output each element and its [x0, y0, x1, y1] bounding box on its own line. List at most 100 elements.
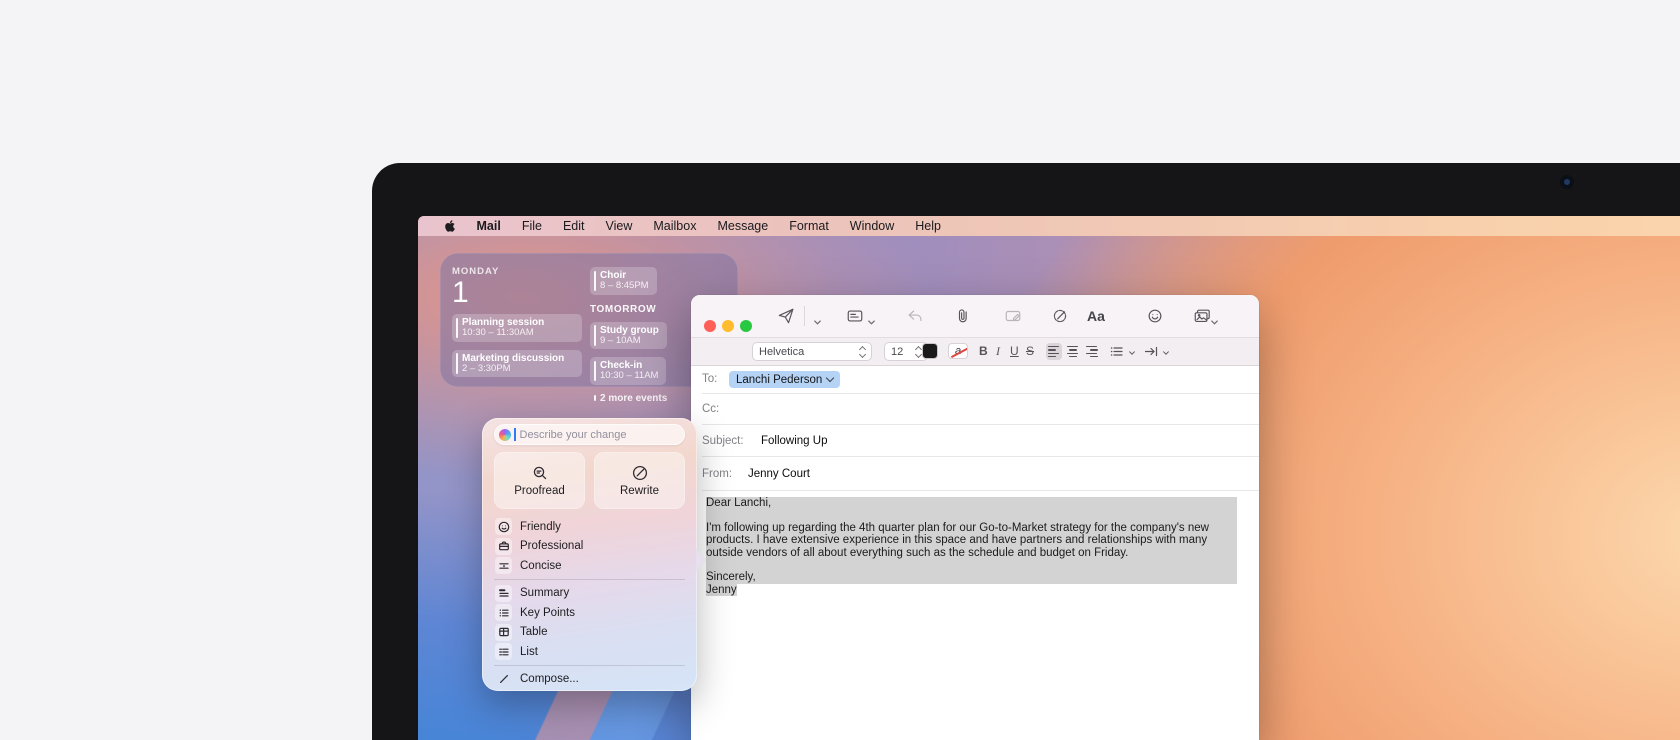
popup-divider: [494, 665, 685, 666]
underline-button[interactable]: U: [1010, 344, 1019, 358]
photo-browser-icon[interactable]: [1193, 307, 1211, 325]
to-label: To:: [702, 373, 717, 385]
compose-pencil-icon: [498, 673, 510, 685]
font-family-stepper-icon: [860, 347, 865, 357]
smiley-icon: [498, 521, 510, 533]
send-menu-chevron-icon[interactable]: [813, 314, 822, 323]
zoom-button[interactable]: [740, 320, 752, 332]
minimize-button[interactable]: [722, 320, 734, 332]
reply-icon: [906, 307, 924, 325]
menu-item-window[interactable]: Window: [839, 216, 904, 236]
describe-change-field[interactable]: [494, 424, 685, 445]
attach-icon[interactable]: [954, 307, 972, 325]
subject-field-row[interactable]: Subject: Following Up: [691, 425, 1259, 457]
event-marketing-discussion[interactable]: Marketing discussion 2 – 3:30PM: [452, 350, 582, 378]
indent-button[interactable]: [1144, 345, 1159, 361]
option-friendly[interactable]: Friendly: [494, 517, 685, 537]
option-summary[interactable]: Summary: [494, 584, 685, 604]
subject-value: Following Up: [761, 435, 827, 447]
menu-item-format[interactable]: Format: [779, 216, 840, 236]
format-icon[interactable]: Aa: [1087, 308, 1105, 324]
menu-item-view[interactable]: View: [595, 216, 643, 236]
concise-icon: [498, 560, 510, 572]
proofread-magnifier-icon: [532, 465, 548, 481]
proofread-button[interactable]: Proofread: [494, 452, 585, 509]
align-center-button[interactable]: [1065, 343, 1081, 360]
body-signature: Jenny: [706, 584, 737, 596]
font-size-stepper-icon: [916, 347, 921, 357]
menu-item-message[interactable]: Message: [707, 216, 779, 236]
bullet-list-icon: [498, 607, 510, 619]
indent-chevron-icon[interactable]: [1162, 348, 1170, 360]
widget-day-number: 1: [452, 278, 582, 308]
bold-button[interactable]: B: [979, 344, 988, 358]
option-list[interactable]: List: [494, 642, 685, 662]
body-closing: Sincerely,: [706, 571, 1237, 583]
briefcase-icon: [498, 540, 510, 552]
event-choir[interactable]: Choir 8 – 8:45PM: [590, 267, 657, 295]
menu-item-file[interactable]: File: [511, 216, 552, 236]
writing-tools-icon[interactable]: [1051, 307, 1069, 325]
close-button[interactable]: [704, 320, 716, 332]
subject-label: Subject:: [702, 435, 744, 447]
recipient-chevron-icon: [826, 374, 834, 382]
italic-button[interactable]: I: [996, 344, 1000, 359]
align-left-button[interactable]: [1046, 343, 1062, 360]
list-style-button[interactable]: [1110, 345, 1125, 361]
widget-day-label: MONDAY: [452, 266, 582, 277]
rewrite-button[interactable]: Rewrite: [594, 452, 685, 509]
message-body[interactable]: Dear Lanchi, I'm following up regarding …: [706, 497, 1237, 596]
popup-divider: [494, 579, 685, 580]
menu-item-mail[interactable]: Mail: [466, 216, 511, 236]
font-family-select[interactable]: Helvetica: [752, 342, 872, 361]
event-check-in[interactable]: Check-in 10:30 – 11AM: [590, 357, 666, 385]
menu-item-edit[interactable]: Edit: [552, 216, 595, 236]
from-value: Jenny Court: [748, 468, 810, 480]
toolbar-separator: [804, 306, 805, 326]
list-style-chevron-icon[interactable]: [1128, 348, 1136, 360]
recipient-pill[interactable]: Lanchi Pederson: [729, 371, 840, 388]
highlight-color-button[interactable]: a: [948, 343, 968, 359]
body-paragraph: I'm following up regarding the 4th quart…: [706, 522, 1237, 559]
screenshot-canvas: Mail File Edit View Mailbox Message Form…: [0, 0, 1680, 740]
summary-icon: [498, 587, 510, 599]
cc-label: Cc:: [702, 403, 719, 415]
text-color-swatch[interactable]: [922, 343, 938, 359]
option-concise[interactable]: Concise: [494, 556, 685, 576]
from-label: From:: [702, 468, 732, 480]
header-fields-icon[interactable]: [846, 307, 864, 325]
describe-change-input[interactable]: [518, 428, 678, 442]
table-icon: [498, 626, 510, 638]
menu-item-help[interactable]: Help: [905, 216, 952, 236]
rewrite-pencil-icon: [632, 465, 648, 481]
event-study-group[interactable]: Study group 9 – 10AM: [590, 322, 667, 350]
option-compose[interactable]: Compose...: [494, 670, 685, 690]
body-greeting: Dear Lanchi,: [706, 497, 1237, 509]
mail-compose-window: Aa Helvetica 12 a B I: [691, 295, 1259, 740]
event-planning-session[interactable]: Planning session 10:30 – 11:30AM: [452, 314, 582, 342]
apple-intelligence-icon: [499, 429, 511, 441]
format-bar: Helvetica 12 a B I U S: [691, 338, 1259, 366]
align-right-button[interactable]: [1084, 343, 1100, 360]
option-professional[interactable]: Professional: [494, 537, 685, 557]
send-icon[interactable]: [777, 307, 795, 325]
writing-tools-popup: Proofread Rewrite Friendly Professional …: [482, 418, 697, 691]
header-fields-chevron-icon[interactable]: [867, 314, 876, 323]
apple-menu[interactable]: [434, 219, 466, 233]
strikethrough-button[interactable]: S: [1026, 344, 1034, 358]
from-field-row[interactable]: From: Jenny Court: [691, 457, 1259, 491]
apple-logo-icon: [444, 219, 456, 233]
text-caret: [514, 428, 516, 441]
menu-item-mailbox[interactable]: Mailbox: [643, 216, 707, 236]
mail-toolbar: Aa: [691, 295, 1259, 338]
option-key-points[interactable]: Key Points: [494, 603, 685, 623]
photo-browser-chevron-icon[interactable]: [1210, 314, 1219, 323]
markup-icon: [1004, 307, 1022, 325]
menu-bar: Mail File Edit View Mailbox Message Form…: [418, 216, 1680, 236]
display-camera: [1560, 175, 1574, 189]
cc-field-row[interactable]: Cc:: [691, 394, 1259, 425]
option-table[interactable]: Table: [494, 623, 685, 643]
list-icon: [498, 646, 510, 658]
to-field-row[interactable]: To: Lanchi Pederson: [691, 365, 1259, 394]
emoji-icon[interactable]: [1146, 307, 1164, 325]
